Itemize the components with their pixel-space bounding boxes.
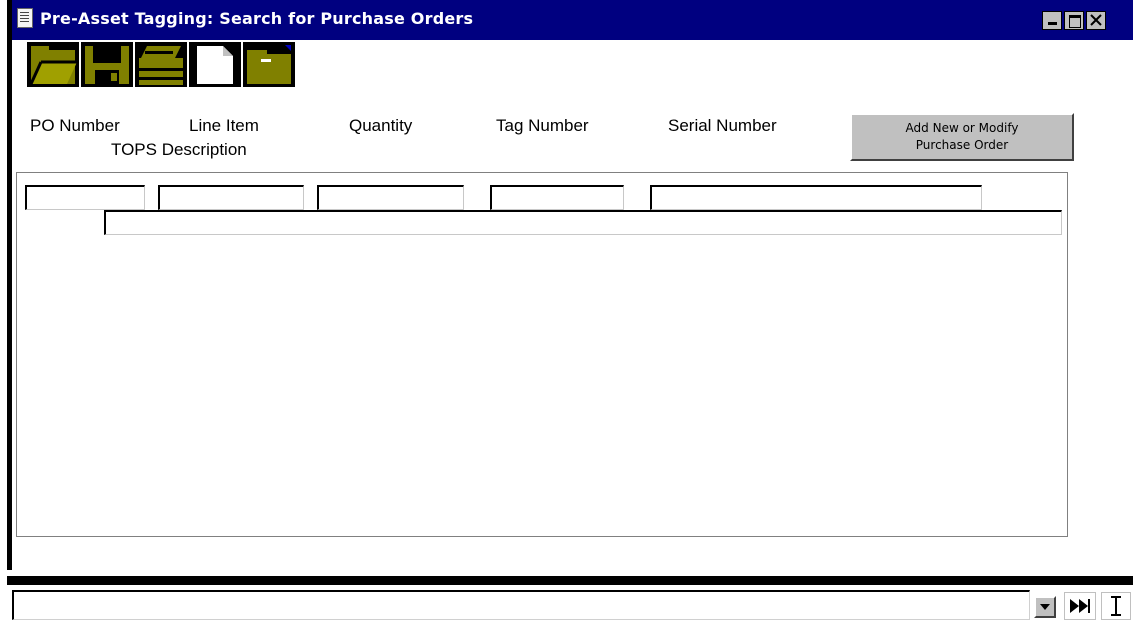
add-button-label-line1: Add New or Modify xyxy=(905,121,1019,135)
serial-number-header: Serial Number xyxy=(668,116,777,135)
toolbar-print-button[interactable] xyxy=(135,42,187,87)
po-number-header: PO Number xyxy=(30,116,120,135)
toolbar-save-button[interactable] xyxy=(81,42,133,87)
tag-number-header: Tag Number xyxy=(496,116,589,135)
chevron-down-icon xyxy=(1040,604,1050,610)
minimize-icon xyxy=(1048,22,1057,25)
fast-forward-icon xyxy=(1070,599,1090,613)
status-combo-dropdown-button[interactable] xyxy=(1034,596,1056,618)
tops-description-field[interactable] xyxy=(104,210,1062,235)
results-panel[interactable] xyxy=(16,172,1068,537)
print-icon xyxy=(139,45,183,85)
tops-description-header: TOPS Description xyxy=(111,140,247,159)
serial-number-field[interactable] xyxy=(650,185,982,210)
line-item-field[interactable] xyxy=(158,185,304,210)
window-left-border xyxy=(7,0,12,585)
window-title: Pre-Asset Tagging: Search for Purchase O… xyxy=(40,9,474,28)
add-modify-purchase-order-button[interactable]: Add New or Modify Purchase Order xyxy=(850,113,1074,161)
folder-icon xyxy=(247,44,291,84)
text-cursor-button[interactable] xyxy=(1101,592,1131,620)
maximize-icon xyxy=(1069,15,1081,28)
fast-forward-button[interactable] xyxy=(1064,592,1096,620)
minimize-button[interactable] xyxy=(1042,11,1062,30)
line-item-header: Line Item xyxy=(189,116,259,135)
status-combo-input[interactable] xyxy=(12,590,1030,620)
toolbar-folder-button[interactable] xyxy=(243,42,295,87)
status-bar-divider xyxy=(7,576,1133,585)
close-button[interactable] xyxy=(1086,11,1106,30)
main-window: Pre-Asset Tagging: Search for Purchase O… xyxy=(0,0,1133,626)
document-icon xyxy=(17,8,33,28)
maximize-button[interactable] xyxy=(1064,11,1084,30)
open-folder-icon xyxy=(29,45,77,85)
toolbar-new-button[interactable] xyxy=(189,42,241,87)
close-icon xyxy=(1090,14,1102,26)
save-disk-icon xyxy=(85,45,129,84)
text-cursor-icon xyxy=(1111,596,1121,616)
toolbar-open-button[interactable] xyxy=(27,42,79,87)
tag-number-field[interactable] xyxy=(490,185,624,210)
quantity-field[interactable] xyxy=(317,185,464,210)
new-document-icon xyxy=(197,45,233,84)
add-button-label-line2: Purchase Order xyxy=(915,138,1009,152)
title-bar[interactable]: Pre-Asset Tagging: Search for Purchase O… xyxy=(12,0,1133,40)
quantity-header: Quantity xyxy=(349,116,413,135)
po-number-field[interactable] xyxy=(25,185,145,210)
